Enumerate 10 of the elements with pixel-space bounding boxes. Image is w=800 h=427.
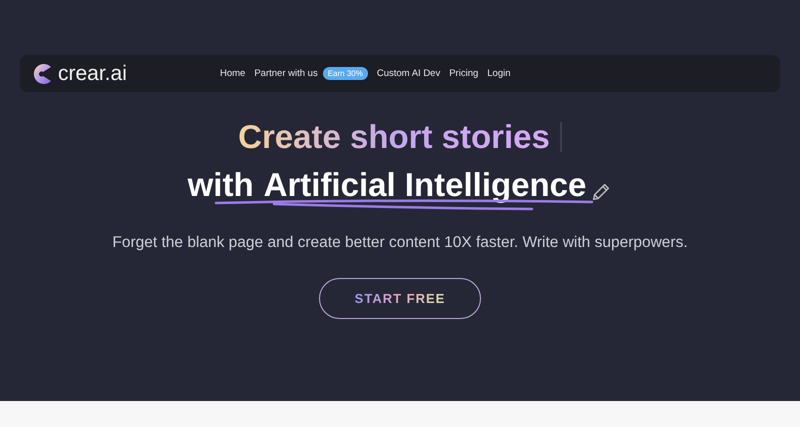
nav-link[interactable]: Pricing	[449, 68, 478, 79]
headline-prefix: with	[188, 166, 254, 204]
nav-link[interactable]: Custom AI Dev	[376, 68, 440, 79]
nav-link[interactable]: Login	[487, 68, 511, 79]
start-free-button[interactable]: START FREE	[319, 278, 481, 319]
nav-link[interactable]: Partner with us	[254, 68, 318, 79]
headline-highlight: Artificial Intelligence	[264, 166, 586, 204]
nav-link[interactable]: Home	[220, 68, 246, 79]
description: Forget the blank page and create better content 10X faster. Write with superpowers.	[112, 234, 688, 252]
logo-text[interactable]: crear.ai	[58, 62, 127, 86]
